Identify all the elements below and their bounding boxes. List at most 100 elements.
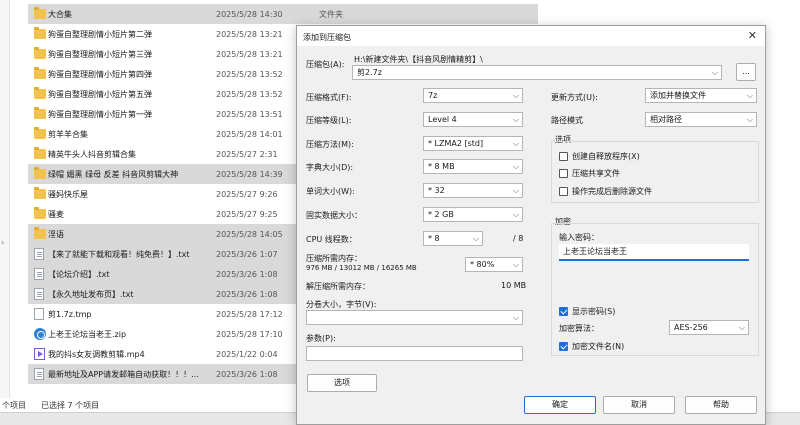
cpu-threads-value: * 8 bbox=[428, 234, 440, 243]
format-combobox[interactable]: 7z ⌵ bbox=[423, 88, 523, 103]
decompress-memory-value: 10 MB bbox=[501, 281, 527, 290]
options-button[interactable]: 选项 bbox=[307, 374, 377, 392]
checkbox-box[interactable] bbox=[559, 187, 568, 196]
chevron-down-icon: ⌵ bbox=[512, 260, 519, 269]
encryption-method-combobox[interactable]: AES-256 ⌵ bbox=[669, 320, 749, 335]
level-label: 压缩等级(L): bbox=[306, 116, 352, 125]
txt-icon bbox=[34, 288, 44, 300]
sfx-checkbox[interactable]: 创建自释放程序(X) bbox=[559, 151, 640, 162]
dictionary-value: * 8 MB bbox=[428, 162, 455, 171]
file-date: 2025/5/28 14:39 bbox=[216, 169, 283, 179]
chevron-down-icon: ⌵ bbox=[512, 139, 519, 148]
file-name: 剪1.7z.tmp bbox=[48, 309, 92, 319]
method-value: * LZMA2 [std] bbox=[428, 139, 484, 148]
method-label: 压缩方法(M): bbox=[306, 140, 354, 149]
folder-icon bbox=[34, 107, 46, 119]
format-label: 压缩格式(F): bbox=[306, 93, 352, 102]
file-row[interactable]: 大合集 2025/5/28 14:30 文件夹 bbox=[28, 4, 538, 24]
file-name: 狗蛋自整理剧情小短片第一弹 bbox=[48, 109, 152, 119]
tmp-icon bbox=[34, 308, 44, 320]
chevron-down-icon: ⌵ bbox=[746, 91, 753, 100]
file-date: 2025/3/26 1:07 bbox=[216, 249, 278, 259]
add-to-archive-dialog: 添加到压缩包 ✕ 压缩包(A): H:\新建文件夹\【抖音风剧情精剪】\ 剪2.… bbox=[296, 25, 766, 425]
chevron-down-icon: ⌵ bbox=[512, 162, 519, 171]
update-mode-value: 添加并替换文件 bbox=[650, 91, 706, 100]
dialog-titlebar: 添加到压缩包 ✕ bbox=[297, 26, 765, 46]
encryption-method-label: 加密算法： bbox=[559, 324, 599, 333]
solid-size-combobox[interactable]: * 2 GB ⌵ bbox=[423, 207, 523, 222]
delete-source-checkbox[interactable]: 操作完成后删除源文件 bbox=[559, 186, 652, 197]
cpu-threads-max: / 8 bbox=[513, 234, 524, 243]
compress-memory-detail: 976 MB / 13012 MB / 16265 MB bbox=[306, 264, 417, 272]
file-name: 【来了就能下载和观看！纯免费！】.txt bbox=[48, 249, 190, 259]
checkbox-box[interactable] bbox=[559, 152, 568, 161]
chevron-down-icon: ⌵ bbox=[746, 115, 753, 124]
checkbox-box[interactable] bbox=[559, 169, 568, 178]
file-name: 【永久地址发布页】.txt bbox=[48, 289, 134, 299]
cancel-button[interactable]: 取消 bbox=[603, 396, 675, 414]
folder-icon bbox=[34, 207, 46, 219]
chevron-down-icon: ⌵ bbox=[512, 91, 519, 100]
dictionary-label: 字典大小(D): bbox=[306, 163, 354, 172]
folder-icon bbox=[34, 147, 46, 159]
word-size-value: * 32 bbox=[428, 186, 445, 195]
encryption-method-value: AES-256 bbox=[674, 323, 708, 332]
chevron-down-icon: ⌵ bbox=[512, 313, 519, 322]
chevron-down-icon: ⌵ bbox=[512, 115, 519, 124]
folder-icon bbox=[34, 47, 46, 59]
file-name: 狗蛋自整理剧情小短片第二弹 bbox=[48, 29, 152, 39]
memory-usage-combobox[interactable]: * 80% ⌵ bbox=[465, 257, 523, 272]
file-date: 2025/5/28 13:51 bbox=[216, 109, 283, 119]
delete-source-checkbox-label: 操作完成后删除源文件 bbox=[572, 187, 652, 196]
method-combobox[interactable]: * LZMA2 [std] ⌵ bbox=[423, 136, 523, 151]
level-value: Level 4 bbox=[428, 115, 457, 124]
encrypt-filenames-checkbox-label: 加密文件名(N) bbox=[572, 342, 625, 351]
file-date: 2025/5/28 14:05 bbox=[216, 229, 283, 239]
parameters-input[interactable] bbox=[306, 346, 523, 361]
file-date: 2025/5/28 17:12 bbox=[216, 309, 283, 319]
split-size-combobox[interactable]: ⌵ bbox=[306, 310, 523, 325]
file-date: 2025/5/28 13:21 bbox=[216, 29, 283, 39]
file-type: 文件夹 bbox=[319, 9, 343, 19]
shared-files-checkbox[interactable]: 压缩共享文件 bbox=[559, 168, 620, 179]
file-name: 大合集 bbox=[48, 9, 72, 19]
navigation-pane-edge: › bbox=[0, 0, 10, 400]
password-input[interactable]: 上老王论坛当老王 bbox=[559, 244, 749, 261]
update-mode-combobox[interactable]: 添加并替换文件 ⌵ bbox=[645, 88, 757, 103]
path-mode-combobox[interactable]: 相对路径 ⌵ bbox=[645, 112, 757, 127]
chevron-down-icon: ⌵ bbox=[738, 323, 745, 332]
help-button[interactable]: 帮助 bbox=[685, 396, 757, 414]
folder-icon bbox=[34, 87, 46, 99]
zip-icon bbox=[34, 328, 46, 340]
file-date: 2025/5/27 9:25 bbox=[216, 209, 278, 219]
word-size-combobox[interactable]: * 32 ⌵ bbox=[423, 183, 523, 198]
folder-icon bbox=[34, 187, 46, 199]
archive-path: H:\新建文件夹\【抖音风剧情精剪】\ bbox=[354, 55, 483, 64]
update-mode-label: 更新方式(U): bbox=[551, 93, 598, 102]
password-input-value: 上老王论坛当老王 bbox=[563, 247, 627, 256]
chevron-right-icon[interactable]: › bbox=[1, 238, 4, 247]
dictionary-combobox[interactable]: * 8 MB ⌵ bbox=[423, 159, 523, 174]
close-icon[interactable]: ✕ bbox=[748, 29, 757, 42]
file-date: 2025/5/28 13:52 bbox=[216, 69, 283, 79]
shared-files-checkbox-label: 压缩共享文件 bbox=[572, 169, 620, 178]
chevron-down-icon: ⌵ bbox=[512, 210, 519, 219]
file-name: 狗蛋自整理剧情小短片第五弹 bbox=[48, 89, 152, 99]
browse-button[interactable]: ... bbox=[736, 63, 756, 81]
cpu-threads-combobox[interactable]: * 8 ⌵ bbox=[423, 231, 483, 246]
show-password-checkbox[interactable]: 显示密码(S) bbox=[559, 306, 615, 317]
folder-icon bbox=[34, 67, 46, 79]
file-date: 2025/3/26 1:08 bbox=[216, 289, 278, 299]
folder-icon bbox=[34, 27, 46, 39]
ok-button[interactable]: 确定 bbox=[524, 396, 596, 414]
file-date: 2025/3/26 1:08 bbox=[216, 369, 278, 379]
chevron-down-icon: ⌵ bbox=[711, 68, 718, 77]
level-combobox[interactable]: Level 4 ⌵ bbox=[423, 112, 523, 127]
txt-icon bbox=[34, 268, 44, 280]
checkbox-box[interactable] bbox=[559, 307, 568, 316]
path-mode-label: 路径模式 bbox=[551, 116, 583, 125]
checkbox-box[interactable] bbox=[559, 342, 568, 351]
encrypt-filenames-checkbox[interactable]: 加密文件名(N) bbox=[559, 341, 624, 352]
archive-name-combobox[interactable]: 剪2.7z ⌵ bbox=[352, 65, 722, 80]
parameters-label: 参数(P): bbox=[306, 334, 336, 343]
